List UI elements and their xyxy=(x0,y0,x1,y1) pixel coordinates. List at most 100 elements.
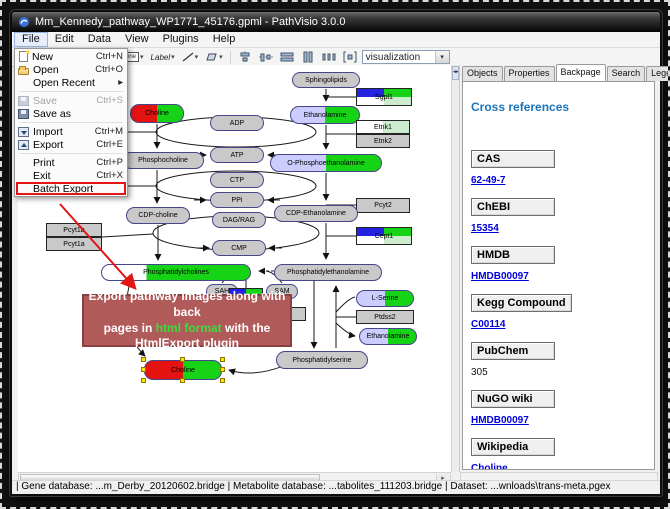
file-menu-item-new[interactable]: NewCtrl+N xyxy=(16,50,126,63)
match-width-icon xyxy=(280,51,294,63)
node-label: Choline xyxy=(171,367,195,374)
visualization-combobox[interactable]: visualization ▾ xyxy=(362,50,450,64)
match-height-button[interactable] xyxy=(299,50,317,65)
distribute-horizontal-button[interactable] xyxy=(320,50,338,65)
open-folder-icon xyxy=(18,68,29,75)
pathway-node-o-phosphoethanolamine[interactable]: O-Phosphoethanolamine xyxy=(270,154,382,172)
selection-handle[interactable] xyxy=(220,367,225,372)
file-menu-item-batch-export[interactable]: Batch Export xyxy=(16,182,126,195)
file-menu-item-save[interactable]: SaveCtrl+S xyxy=(16,94,126,107)
pathway-node-adp[interactable]: ADP xyxy=(210,115,264,131)
chevron-down-icon[interactable]: ▾ xyxy=(435,51,449,63)
tab-objects[interactable]: Objects xyxy=(462,66,503,81)
file-menu-item-save-as[interactable]: Save as xyxy=(16,107,126,120)
pathway-node-cdp-choline[interactable]: CDP-choline xyxy=(126,207,190,224)
align-center-x-button[interactable] xyxy=(236,50,254,65)
panel-splitter[interactable]: ◂▸ xyxy=(451,65,460,472)
match-height-icon xyxy=(301,51,315,63)
shape-tool-button[interactable]: ▾ xyxy=(203,50,225,65)
backpage-section-hmdb: HMDB HMDB00097 xyxy=(471,246,646,284)
distribute-vertical-button[interactable] xyxy=(341,50,359,65)
node-label: Ethanolamine xyxy=(304,112,347,119)
selection-handle[interactable] xyxy=(141,367,146,372)
pathway-node-choline[interactable]: Choline xyxy=(144,360,222,380)
submenu-arrow-icon: ▸ xyxy=(118,77,123,88)
node-label: Pcyt1a xyxy=(63,241,84,248)
pathway-node-sgpl1[interactable]: Sgpl1 xyxy=(356,88,412,106)
pathway-node-phosphatidylserine[interactable]: Phosphatidylserine xyxy=(276,351,368,369)
pathway-node-cdp-ethanolamine[interactable]: CDP-Ethanolamine xyxy=(274,205,358,222)
pathway-node-pcyt1a[interactable]: Pcyt1a xyxy=(46,237,102,251)
menu-separator xyxy=(19,122,123,123)
pathway-node-ethanolamine[interactable]: Ethanolamine xyxy=(359,328,417,345)
chevron-down-icon[interactable]: ▾ xyxy=(171,53,175,61)
file-menu-item-import[interactable]: ImportCtrl+M xyxy=(16,125,126,138)
chevron-down-icon[interactable]: ▾ xyxy=(219,53,223,61)
pathway-node-l-serine[interactable]: L-Serine xyxy=(356,290,414,307)
node-label: Phosphatidylethanolamine xyxy=(287,269,369,276)
tab-legend[interactable]: Legend xyxy=(646,66,670,81)
section-header: HMDB xyxy=(471,246,555,264)
node-label: Pcyt1b xyxy=(63,227,84,234)
pathway-node-etnk2[interactable]: Etnk2 xyxy=(356,134,410,148)
line-icon xyxy=(182,52,194,62)
cross-reference-link[interactable]: Choline xyxy=(471,463,508,470)
cross-reference-link[interactable]: 15354 xyxy=(471,223,499,234)
distribute-horizontal-icon xyxy=(322,51,336,63)
menu-separator xyxy=(19,91,123,92)
line-tool-button[interactable]: ▾ xyxy=(180,50,201,65)
selection-handle[interactable] xyxy=(141,378,146,383)
pathway-node-ppi[interactable]: PPi xyxy=(210,192,264,208)
pathway-node-sphingolipids[interactable]: Sphingolipids xyxy=(292,72,360,88)
pathway-node-ctp[interactable]: CTP xyxy=(210,172,264,188)
pathway-node-etnk1[interactable]: Etnk1 xyxy=(356,120,410,134)
pathway-node-phosphocholine[interactable]: Phosphocholine xyxy=(122,152,204,169)
selection-handle[interactable] xyxy=(220,357,225,362)
node-label: Etnk2 xyxy=(374,138,392,145)
node-label: L-Serine xyxy=(372,295,398,302)
cross-reference-link[interactable]: C00114 xyxy=(471,319,505,330)
selection-handle[interactable] xyxy=(220,378,225,383)
pathway-node-dag-rag[interactable]: DAG/RAG xyxy=(212,212,266,228)
chevron-down-icon[interactable]: ▾ xyxy=(195,53,199,61)
pathway-node-cept1[interactable]: Cept1 xyxy=(356,227,412,245)
shortcut-label: Ctrl+X xyxy=(96,170,123,181)
file-menu-item-open-recent[interactable]: Open Recent▸ xyxy=(16,76,126,89)
tab-search[interactable]: Search xyxy=(607,66,646,81)
pathway-node-pcyt2[interactable]: Pcyt2 xyxy=(356,198,410,213)
pathway-node-pcyt1b[interactable]: Pcyt1b xyxy=(46,223,102,237)
pathway-node-phosphatidylethanolamine[interactable]: Phosphatidylethanolamine xyxy=(274,264,382,281)
menu-data[interactable]: Data xyxy=(81,32,118,47)
node-label: Pcyt2 xyxy=(374,202,392,209)
menu-plugins[interactable]: Plugins xyxy=(156,32,206,47)
label-tool-button[interactable]: Label ▾ xyxy=(149,50,177,65)
file-menu-item-exit[interactable]: ExitCtrl+X xyxy=(16,169,126,182)
selection-handle[interactable] xyxy=(180,378,185,383)
cross-reference-link[interactable]: HMDB00097 xyxy=(471,415,529,426)
menu-help[interactable]: Help xyxy=(206,32,243,47)
selection-handle[interactable] xyxy=(180,357,185,362)
splitter-collapse-icon[interactable]: ◂▸ xyxy=(452,66,459,80)
pathway-node-ethanolamine[interactable]: Ethanolamine xyxy=(290,106,360,124)
selection-handle[interactable] xyxy=(141,357,146,362)
cross-reference-link[interactable]: HMDB00097 xyxy=(471,271,529,282)
match-width-button[interactable] xyxy=(278,50,296,65)
file-menu-item-open[interactable]: OpenCtrl+O xyxy=(16,63,126,76)
chevron-down-icon[interactable]: ▾ xyxy=(140,53,144,61)
cross-reference-link[interactable]: 62-49-7 xyxy=(471,175,505,186)
pathway-node-phosphatidylcholines[interactable]: Phosphatidylcholines xyxy=(101,264,251,281)
tab-properties[interactable]: Properties xyxy=(504,66,555,81)
pathway-node-choline[interactable]: Choline xyxy=(130,104,184,123)
pathway-node-cmp[interactable]: CMP xyxy=(212,240,266,256)
backpage-section-wikipedia: WikipediaCholine xyxy=(471,438,646,470)
menu-edit[interactable]: Edit xyxy=(48,32,81,47)
pathway-node-atp[interactable]: ATP xyxy=(210,147,264,163)
file-menu-item-print[interactable]: PrintCtrl+P xyxy=(16,156,126,169)
file-menu-item-export[interactable]: ExportCtrl+E xyxy=(16,138,126,151)
menu-view[interactable]: View xyxy=(118,32,156,47)
title-bar[interactable]: Mm_Kennedy_pathway_WP1771_45176.gpml - P… xyxy=(12,12,660,32)
tab-backpage[interactable]: Backpage xyxy=(556,64,606,81)
align-center-y-button[interactable] xyxy=(257,50,275,65)
pathway-node-ptdss2[interactable]: Ptdss2 xyxy=(356,310,414,324)
menu-file[interactable]: File xyxy=(14,32,48,47)
